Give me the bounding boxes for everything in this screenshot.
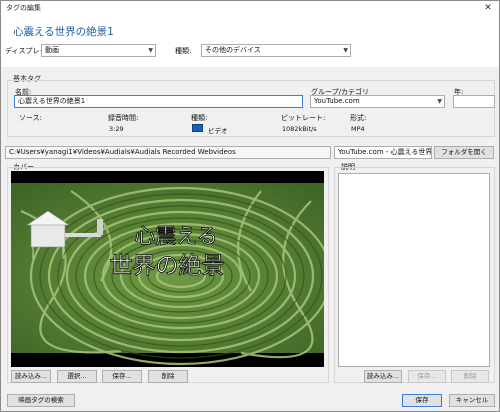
format-value: MP4 <box>351 125 365 133</box>
description-delete-button[interactable]: 削除 <box>451 370 489 383</box>
type-select-value: その他のデバイス <box>205 46 261 54</box>
chevron-down-icon: ▼ <box>437 98 442 105</box>
duration-label: 録音時間: <box>108 114 139 122</box>
description-load-button[interactable]: 読み込み... <box>364 370 402 383</box>
chevron-down-icon: ▼ <box>148 47 153 54</box>
type-select[interactable]: その他のデバイス ▼ <box>201 44 351 57</box>
cover-select-button[interactable]: 選択... <box>57 370 97 383</box>
tag-edit-dialog: タグの編集 ✕ 心震える世界の絶景1 ディスプレイ: 動画 ▼ 種類: その他の… <box>0 0 500 412</box>
type-label: 種類: <box>175 47 192 55</box>
cover-image: 心震える 世界の絶景 <box>11 171 324 367</box>
duration-value: 3:29 <box>109 125 124 133</box>
basic-tags-group <box>7 80 495 137</box>
source-label: ソース: <box>19 114 43 122</box>
format-label: 形式: <box>350 114 367 122</box>
display-select-value: 動画 <box>45 46 59 54</box>
page-title: 心震える世界の絶景1 <box>13 26 114 38</box>
kind-label: 種類: <box>191 114 208 122</box>
window-title: タグの編集 <box>6 4 41 12</box>
cover-overlay-line1: 心震える <box>134 224 217 248</box>
kind-value: ビデオ <box>208 127 228 135</box>
genre-select-value: YouTube.com <box>314 97 360 105</box>
save-button[interactable]: 保存 <box>402 394 442 407</box>
cancel-button[interactable]: キャンセル <box>449 394 495 407</box>
year-field[interactable] <box>453 95 495 108</box>
video-icon <box>192 124 203 132</box>
bitrate-value: 1082kBit/s <box>282 125 317 133</box>
description-save-button[interactable]: 保存... <box>408 370 446 383</box>
cover-load-button[interactable]: 読み込み... <box>11 370 51 383</box>
cover-delete-button[interactable]: 削除 <box>148 370 188 383</box>
close-icon[interactable]: ✕ <box>477 1 499 15</box>
title-bar: タグの編集 ✕ <box>1 1 499 15</box>
cover-save-button[interactable]: 保存... <box>102 370 142 383</box>
description-textarea[interactable] <box>338 173 490 367</box>
filename-field[interactable]: YouTube.com - 心震える世界の絶 <box>334 146 432 159</box>
search-movie-tags-button[interactable]: 映画タグの検索 <box>7 394 75 407</box>
chevron-down-icon: ▼ <box>343 47 348 54</box>
name-field[interactable]: 心震える世界の絶景1 <box>14 95 303 108</box>
folder-path-field[interactable]: C:¥Users¥yanagi1¥Videos¥Audials¥Audials … <box>5 146 331 159</box>
genre-select[interactable]: YouTube.com ▼ <box>310 95 445 108</box>
display-select[interactable]: 動画 ▼ <box>41 44 156 57</box>
maze-aerial-image: 心震える 世界の絶景 <box>11 171 324 367</box>
cover-overlay-line2: 世界の絶景 <box>110 253 225 279</box>
open-folder-button[interactable]: フォルダを開く <box>434 146 494 159</box>
bitrate-label: ビットレート: <box>281 114 326 122</box>
header-area: 心震える世界の絶景1 <box>1 15 499 67</box>
